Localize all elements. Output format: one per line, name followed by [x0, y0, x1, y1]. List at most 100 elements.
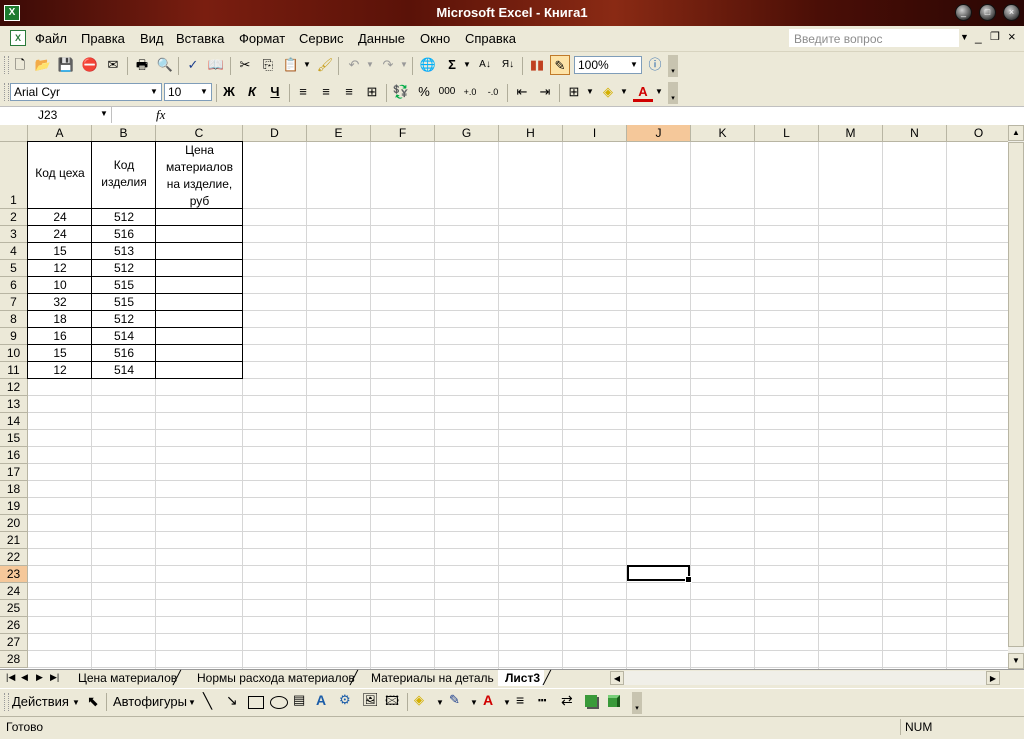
scroll-up-icon[interactable]: ▲: [1008, 125, 1024, 141]
cell-product-code[interactable]: 512: [92, 210, 156, 224]
cell-shop-code[interactable]: 12: [28, 363, 92, 377]
cell-shop-code[interactable]: 16: [28, 329, 92, 343]
menu-tools[interactable]: Сервис: [299, 31, 344, 46]
cut-icon[interactable]: ✂: [235, 55, 255, 75]
name-box-dropdown-icon[interactable]: ▼: [100, 109, 108, 118]
doc-minimize-icon[interactable]: _: [975, 30, 982, 44]
currency-icon[interactable]: 💱: [391, 82, 411, 102]
toolbar-options-icon[interactable]: ▾: [668, 82, 678, 104]
menu-file[interactable]: Файл: [35, 31, 67, 46]
column-header-g[interactable]: G: [435, 125, 499, 142]
font-color-dropdown-icon[interactable]: ▼: [655, 87, 663, 96]
toolbar-grip[interactable]: [4, 693, 9, 711]
last-sheet-icon[interactable]: ▶|: [50, 672, 59, 683]
doc-restore-icon[interactable]: ❐: [990, 30, 1000, 43]
row-header-18[interactable]: 18: [0, 481, 28, 498]
size-dropdown-icon[interactable]: ▼: [197, 84, 211, 100]
cell-product-code[interactable]: 512: [92, 261, 156, 275]
column-header-c[interactable]: C: [156, 125, 243, 142]
row-header-19[interactable]: 19: [0, 498, 28, 515]
row-header-17[interactable]: 17: [0, 464, 28, 481]
row-header-12[interactable]: 12: [0, 379, 28, 396]
scroll-down-icon[interactable]: ▼: [1008, 653, 1024, 669]
header-shop-code[interactable]: Код цеха: [28, 166, 92, 180]
menu-window[interactable]: Окно: [420, 31, 450, 46]
line-style-icon[interactable]: ≡: [516, 692, 524, 708]
arrow-style-icon[interactable]: ⇄: [561, 692, 573, 709]
cell-price[interactable]: [156, 210, 243, 226]
help-dropdown-icon[interactable]: ▼: [960, 32, 969, 42]
row-header-10[interactable]: 10: [0, 345, 28, 362]
header-price-line2[interactable]: материалов: [156, 160, 243, 174]
column-header-l[interactable]: L: [755, 125, 819, 142]
cell-product-code[interactable]: 514: [92, 329, 156, 343]
arrow-icon[interactable]: ↘: [226, 692, 238, 709]
scroll-left-icon[interactable]: ◀: [610, 671, 624, 685]
new-document-icon[interactable]: 🗋: [10, 55, 30, 75]
increase-indent-icon[interactable]: ⇥: [535, 82, 555, 102]
scroll-thumb[interactable]: [1008, 142, 1024, 647]
wordart-icon[interactable]: A: [316, 692, 326, 708]
autosum-dropdown-icon[interactable]: ▼: [463, 60, 471, 69]
row-header-23[interactable]: 23: [0, 566, 28, 583]
actions-menu[interactable]: Действия: [12, 694, 69, 709]
row-header-13[interactable]: 13: [0, 396, 28, 413]
rectangle-icon[interactable]: [248, 696, 264, 709]
toolbar-grip[interactable]: [4, 56, 9, 74]
cell-price[interactable]: [156, 346, 243, 362]
sheet-tab-materials[interactable]: Материалы на деталь: [371, 670, 496, 686]
row-header-7[interactable]: 7: [0, 294, 28, 311]
percent-button[interactable]: %: [414, 82, 434, 102]
insert-function-icon[interactable]: fx: [156, 107, 165, 123]
print-icon[interactable]: 🖶: [132, 55, 152, 75]
line-icon[interactable]: ╲: [203, 692, 212, 710]
autoshapes-dropdown-icon[interactable]: ▼: [188, 698, 196, 707]
clipart-icon[interactable]: 🖼: [362, 692, 379, 708]
column-header-j[interactable]: J: [627, 125, 691, 142]
hyperlink-icon[interactable]: 🌐: [418, 55, 438, 75]
cell-shop-code[interactable]: 15: [28, 346, 92, 360]
row-header-9[interactable]: 9: [0, 328, 28, 345]
row-header-14[interactable]: 14: [0, 413, 28, 430]
draw-font-color-icon[interactable]: A: [483, 692, 493, 708]
maximize-button[interactable]: □: [979, 4, 996, 21]
align-center-icon[interactable]: ≡: [316, 82, 336, 102]
column-header-n[interactable]: N: [883, 125, 947, 142]
menu-format[interactable]: Формат: [239, 31, 285, 46]
undo-dropdown-icon[interactable]: ▼: [366, 60, 374, 69]
dash-style-icon[interactable]: ┅: [538, 692, 546, 709]
cell-shop-code[interactable]: 18: [28, 312, 92, 326]
draw-font-color-dropdown-icon[interactable]: ▼: [503, 698, 511, 707]
row-header-11[interactable]: 11: [0, 362, 28, 379]
decrease-decimal-icon[interactable]: -.0: [483, 82, 503, 102]
borders-icon[interactable]: ⊞: [564, 82, 584, 102]
sheet-tab-prices[interactable]: Цена материалов: [78, 670, 177, 686]
fill-dropdown-icon[interactable]: ▼: [620, 87, 628, 96]
header-product-code-line2[interactable]: изделия: [92, 175, 156, 189]
underline-button[interactable]: Ч: [265, 82, 285, 102]
line-color-icon[interactable]: ✎: [449, 692, 460, 708]
column-header-e[interactable]: E: [307, 125, 371, 142]
menu-edit[interactable]: Правка: [81, 31, 125, 46]
column-header-o[interactable]: O: [947, 125, 1008, 142]
font-name-select[interactable]: Arial Cyr ▼: [10, 83, 162, 101]
row-header-5[interactable]: 5: [0, 260, 28, 277]
cell-price[interactable]: [156, 227, 243, 243]
open-folder-icon[interactable]: 📂: [33, 55, 53, 75]
first-sheet-icon[interactable]: |◀: [6, 672, 15, 683]
close-button[interactable]: ×: [1003, 4, 1020, 21]
cell-product-code[interactable]: 516: [92, 346, 156, 360]
drawing-toggle-icon[interactable]: ✎: [550, 55, 570, 75]
borders-dropdown-icon[interactable]: ▼: [586, 87, 594, 96]
email-icon[interactable]: ✉: [103, 55, 123, 75]
bold-button[interactable]: Ж: [219, 82, 239, 102]
redo-icon[interactable]: ↷: [378, 55, 398, 75]
scroll-right-icon[interactable]: ▶: [986, 671, 1000, 685]
cell-price[interactable]: [156, 312, 243, 328]
row-header-3[interactable]: 3: [0, 226, 28, 243]
cell-shop-code[interactable]: 24: [28, 227, 92, 241]
row-header-27[interactable]: 27: [0, 634, 28, 651]
active-cell-selection[interactable]: [627, 565, 692, 583]
autoshapes-menu[interactable]: Автофигуры: [113, 694, 187, 709]
header-price-line1[interactable]: Цена: [156, 143, 243, 157]
